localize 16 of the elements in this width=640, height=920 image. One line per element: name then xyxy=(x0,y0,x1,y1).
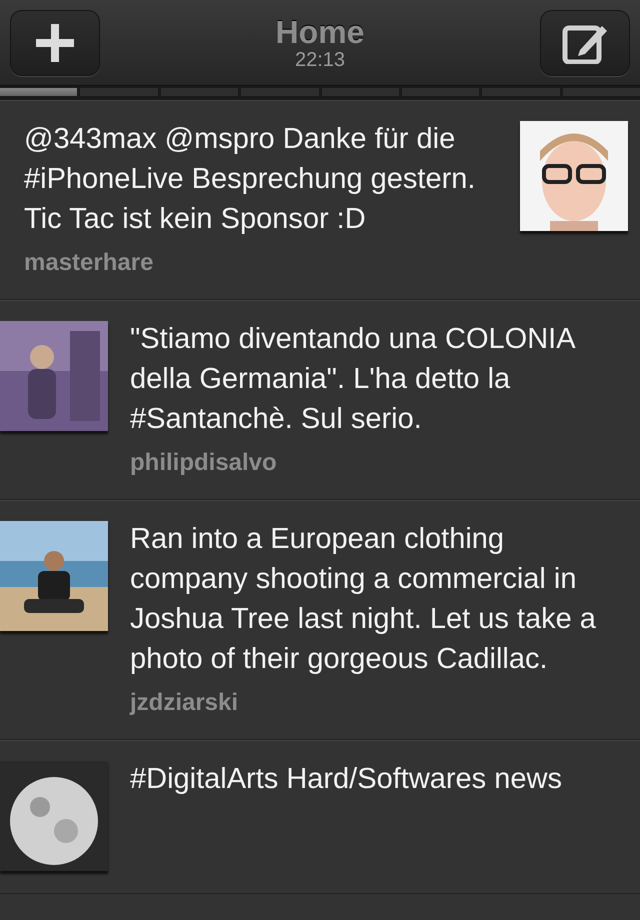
tweet-row[interactable]: @343max @mspro Danke für die #iPhoneLive Besprechung gestern. Tic Tac ist kein Sponsor :D masterhare xyxy=(0,100,640,300)
page-title: Home xyxy=(276,14,364,48)
username: masterhare xyxy=(24,249,154,277)
tweet-text: #DigitalArts Hard/Softwares news xyxy=(130,762,563,797)
tweet-row[interactable]: "Stiamo diventando una COLONIA della Germania". L'ha detto la #Santanchè. Sul serio. philipdisalvo xyxy=(0,300,640,500)
tweet-text: "Stiamo diventando una COLONIA della Germania". L'ha detto la #Santanchè. Sul serio. xyxy=(130,322,576,437)
tweet-row[interactable]: #DigitalArts Hard/Softwares news xyxy=(0,740,640,894)
add-button[interactable] xyxy=(10,10,100,76)
add-icon xyxy=(36,24,74,62)
tweet-text: @343max @mspro Danke für die #iPhoneLive Besprechung gestern. Tic Tac ist kein Sponsor :D xyxy=(24,122,476,237)
tweet-text: Ran into a European clothing company shooting a commercial in Joshua Tree last night. Let us take a photo of their gorgeous Cadillac. xyxy=(130,522,597,677)
compose-button[interactable] xyxy=(540,10,630,76)
username: philipdisalvo xyxy=(130,449,278,477)
clock-time: 22:13 xyxy=(294,48,346,70)
tweet-row[interactable]: Ran into a European clothing company shooting a commercial in Joshua Tree last night. Let us take a photo of their gorgeous Cadillac. jzdziarski xyxy=(0,500,640,740)
username: jzdziarski xyxy=(130,689,240,717)
